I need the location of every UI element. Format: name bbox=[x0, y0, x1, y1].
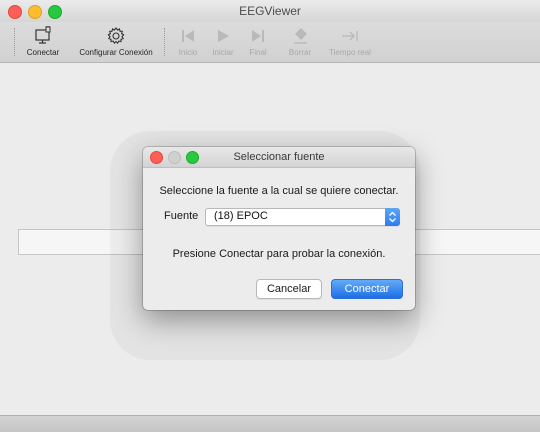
dialog-title: Seleccionar fuente bbox=[233, 151, 325, 163]
source-select[interactable]: (18) EPOC bbox=[205, 208, 400, 226]
toolbar: Conectar Configurar Conexión Inicio Inic… bbox=[0, 22, 540, 63]
begin-tool-button[interactable]: Iniciar bbox=[204, 22, 242, 62]
clear-tool-button[interactable]: Borrar bbox=[282, 22, 318, 62]
title-bar: EEGViewer bbox=[0, 0, 540, 23]
toolbar-separator bbox=[164, 28, 166, 56]
connect-tool-button[interactable]: Conectar bbox=[18, 22, 68, 62]
end-tool-button[interactable]: Final bbox=[242, 22, 274, 62]
monitor-plug-icon bbox=[35, 26, 51, 44]
source-select-value: (18) EPOC bbox=[214, 210, 268, 222]
source-label: Fuente bbox=[164, 210, 199, 222]
eraser-icon bbox=[294, 28, 307, 44]
end-tool-label: Final bbox=[249, 48, 267, 57]
real-time-tool-label: Tiempo real bbox=[329, 48, 371, 57]
configure-connection-tool-button[interactable]: Configurar Conexión bbox=[74, 22, 158, 62]
skip-to-start-icon bbox=[182, 30, 194, 42]
skip-to-end-icon bbox=[252, 30, 264, 42]
window-title: EEGViewer bbox=[239, 4, 301, 18]
toolbar-grip bbox=[14, 28, 16, 56]
begin-tool-label: Iniciar bbox=[212, 48, 234, 57]
select-source-dialog: Seleccionar fuente Seleccione la fuente … bbox=[143, 147, 415, 310]
connect-button[interactable]: Conectar bbox=[331, 279, 403, 299]
status-bar bbox=[0, 415, 540, 432]
main-window: EEGViewer Conectar Configurar Conexión I… bbox=[0, 0, 540, 432]
arrow-to-bar-icon bbox=[342, 31, 358, 41]
configure-connection-tool-label: Configurar Conexión bbox=[79, 48, 153, 57]
dialog-prompt: Seleccione la fuente a la cual se quiere… bbox=[159, 185, 399, 197]
connect-tool-label: Conectar bbox=[26, 48, 60, 57]
cancel-button[interactable]: Cancelar bbox=[256, 279, 322, 299]
real-time-tool-button[interactable]: Tiempo real bbox=[322, 22, 378, 62]
play-icon bbox=[218, 30, 229, 42]
start-tool-label: Inicio bbox=[178, 48, 198, 57]
gear-icon bbox=[107, 27, 125, 44]
dialog-title-bar: Seleccionar fuente bbox=[143, 147, 415, 168]
dialog-hint: Presione Conectar para probar la conexió… bbox=[172, 248, 386, 260]
select-chevron-icon bbox=[385, 208, 400, 226]
start-tool-button[interactable]: Inicio bbox=[172, 22, 204, 62]
clear-tool-label: Borrar bbox=[288, 48, 312, 57]
